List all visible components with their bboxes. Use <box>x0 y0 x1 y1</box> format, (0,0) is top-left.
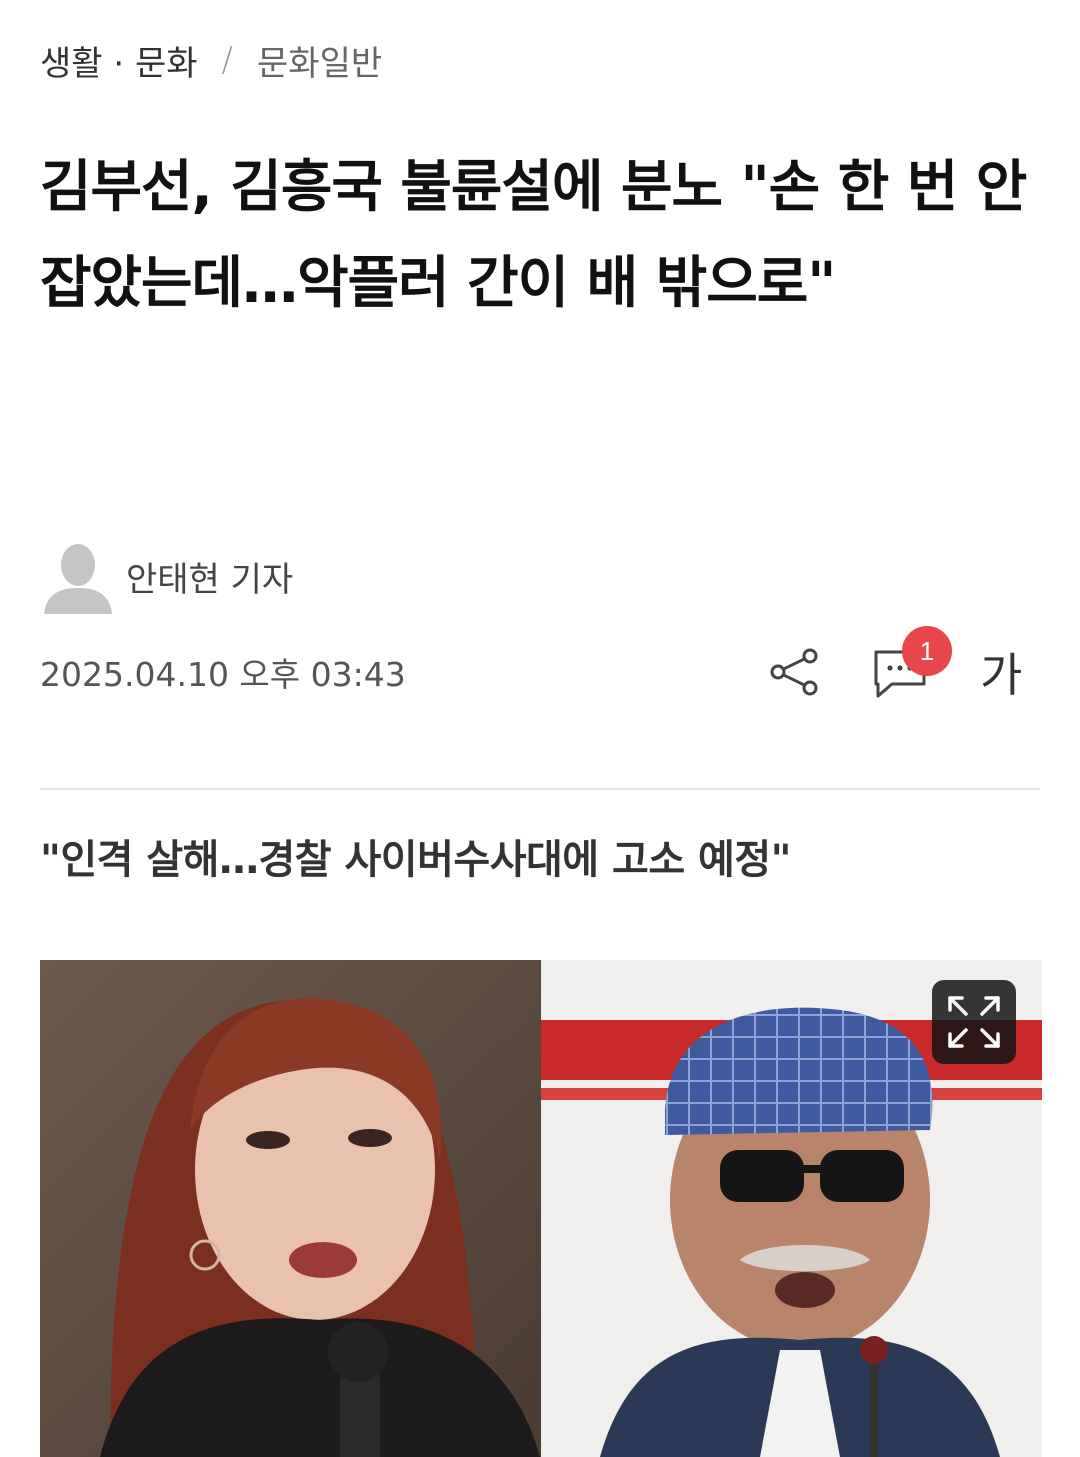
expand-icon <box>948 996 1000 1048</box>
comment-button[interactable]: 1 <box>870 626 952 702</box>
share-button[interactable] <box>764 642 824 702</box>
font-size-button[interactable]: 가 <box>980 639 1040 705</box>
article-tools: 1 가 <box>764 626 1040 712</box>
photo-image <box>40 960 1042 1457</box>
avatar-placeholder-icon <box>44 544 112 614</box>
article-subheadline: "인격 살해…경찰 사이버수사대에 고소 예정" <box>40 837 791 883</box>
publish-date: 2025.04.10 오후 03:43 <box>40 655 406 694</box>
article-headline: 김부선, 김흥국 불륜설에 분노 "손 한 번 안잡았는데…악플러 간이 배 밖… <box>40 155 1027 316</box>
breadcrumb-subsection[interactable]: 문화일반 <box>257 36 382 85</box>
breadcrumb: 생활 · 문화 / 문화일반 <box>40 32 382 88</box>
author-info: 안태현 기자 <box>40 536 293 616</box>
author-name[interactable]: 안태현 기자 <box>126 552 293 601</box>
share-icon <box>770 648 818 696</box>
breadcrumb-separator: / <box>221 40 234 80</box>
article-photo[interactable] <box>40 960 1042 1457</box>
expand-photo-button[interactable] <box>932 980 1016 1064</box>
breadcrumb-section[interactable]: 생활 · 문화 <box>40 36 198 85</box>
comment-count-badge: 1 <box>902 626 952 676</box>
divider <box>40 788 1040 790</box>
meta-row: 2025.04.10 오후 03:43 1 가 <box>40 626 1040 712</box>
